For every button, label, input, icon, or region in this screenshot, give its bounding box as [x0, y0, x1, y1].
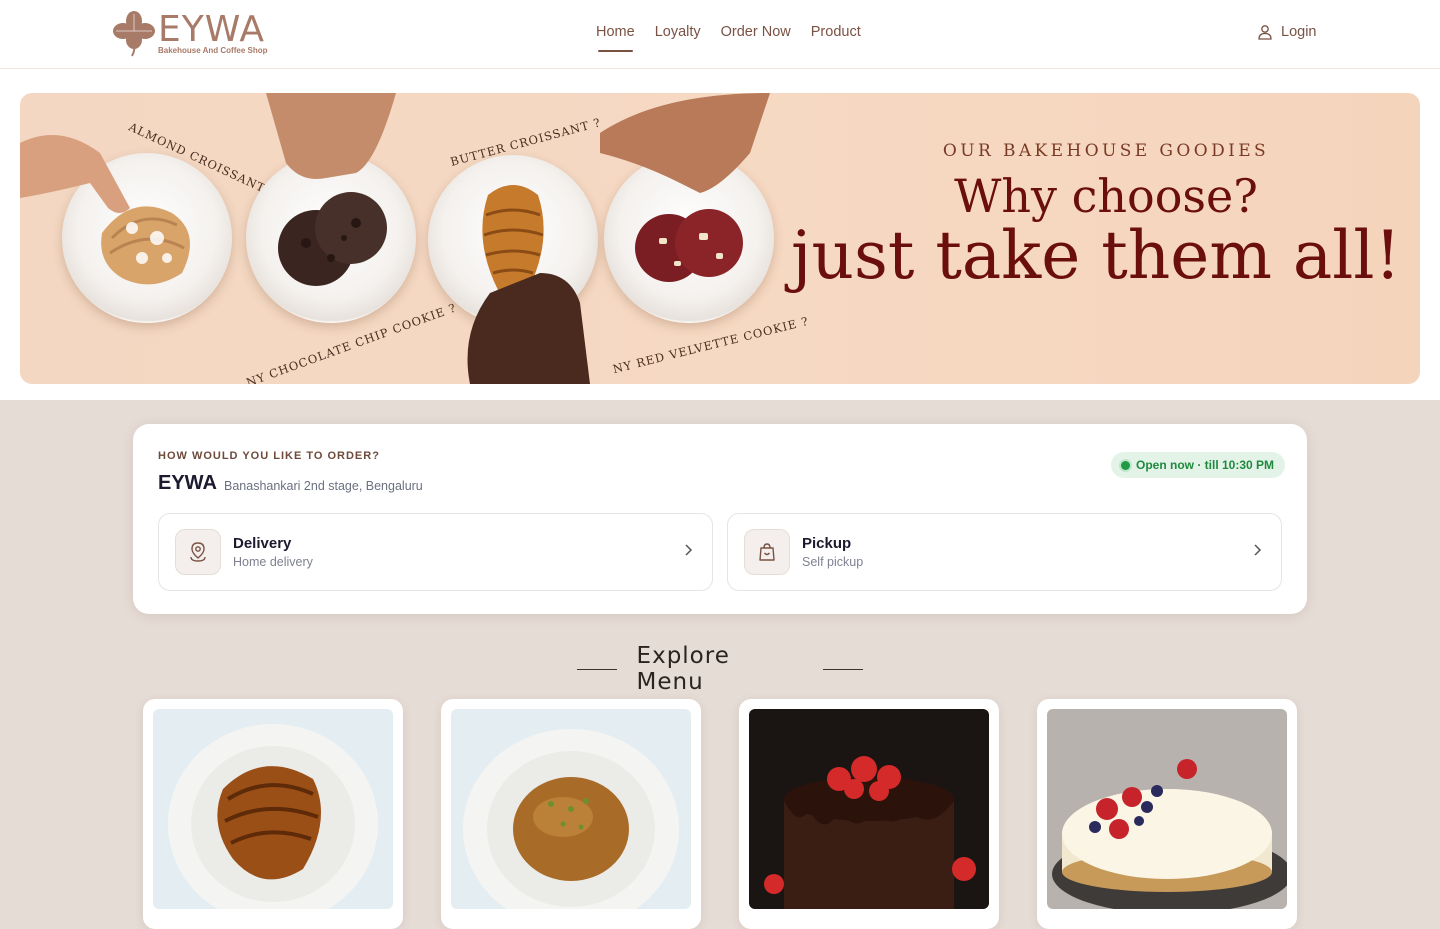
main-nav: Home Loyalty Order Now Product	[596, 24, 861, 52]
pickup-option[interactable]: Pickup Self pickup	[727, 513, 1282, 591]
nav-order-now[interactable]: Order Now	[721, 24, 791, 52]
chevron-right-icon	[685, 544, 693, 556]
open-status-badge: Open now · till 10:30 PM	[1111, 452, 1286, 478]
shopping-bag-icon	[744, 529, 790, 575]
hand-image	[266, 93, 396, 179]
chevron-right-icon	[1254, 544, 1262, 556]
menu-card-cheesecake[interactable]	[1037, 699, 1297, 929]
nav-loyalty[interactable]: Loyalty	[655, 24, 701, 52]
brand-logo[interactable]: EYWA Bakehouse And Coffee Shop	[112, 8, 282, 58]
divider	[577, 668, 617, 670]
delivery-subtitle: Home delivery	[233, 555, 313, 569]
hero-text: OUR BAKEHOUSE GOODIES Why choose? just t…	[791, 141, 1406, 289]
pistachio-bun-image	[451, 709, 691, 909]
hand-image	[467, 273, 590, 384]
hero-eyebrow: OUR BAKEHOUSE GOODIES	[942, 141, 1270, 161]
label-red-velvet-cookie: NY RED VELVETTE COOKIE ?	[611, 313, 811, 377]
hero-subheadline: just take them all!	[791, 217, 1401, 294]
order-options-card: HOW WOULD YOU LIKE TO ORDER? EYWA Banash…	[133, 424, 1307, 614]
clover-logo-icon	[113, 11, 155, 57]
login-button[interactable]: Login	[1257, 24, 1316, 40]
chocolate-strawberry-cake-image	[749, 709, 989, 909]
hero-headline: Why choose?	[954, 169, 1258, 223]
open-status-text: Open now · till 10:30 PM	[1136, 458, 1275, 472]
explore-menu-heading: Explore Menu	[577, 643, 863, 695]
pickup-title: Pickup	[802, 535, 852, 552]
hero-banner[interactable]: ALMOND CROISSANT ? NY CHOCOLATE CHIP COO…	[20, 93, 1420, 384]
hand-image	[600, 93, 770, 193]
pickup-subtitle: Self pickup	[802, 555, 864, 569]
top-navbar: EYWA Bakehouse And Coffee Shop Home Loya…	[0, 0, 1440, 69]
divider	[823, 668, 863, 670]
store-address: Banashankari 2nd stage, Bengaluru	[224, 479, 423, 493]
delivery-title: Delivery	[233, 535, 292, 552]
explore-menu-title: Explore Menu	[636, 643, 730, 695]
menu-card-chocolate-cake[interactable]	[739, 699, 999, 929]
brand-tagline: Bakehouse And Coffee Shop	[158, 45, 268, 55]
login-label: Login	[1281, 24, 1317, 40]
location-pin-icon	[175, 529, 221, 575]
store-name: EYWA	[158, 472, 217, 494]
berry-cheesecake-image	[1047, 709, 1287, 909]
hand-image	[20, 135, 130, 213]
nav-home[interactable]: Home	[596, 24, 635, 52]
user-icon	[1258, 25, 1272, 40]
brand-name: EYWA	[158, 8, 265, 50]
delivery-option[interactable]: Delivery Home delivery	[158, 513, 713, 591]
order-question: HOW WOULD YOU LIKE TO ORDER?	[158, 450, 380, 462]
menu-card-bun[interactable]	[441, 699, 701, 929]
status-dot-icon	[1121, 460, 1130, 470]
hero-section: ALMOND CROISSANT ? NY CHOCOLATE CHIP COO…	[0, 69, 1440, 400]
croissant-image	[153, 709, 393, 909]
nav-product[interactable]: Product	[811, 24, 861, 52]
menu-card-croissant[interactable]	[143, 699, 403, 929]
